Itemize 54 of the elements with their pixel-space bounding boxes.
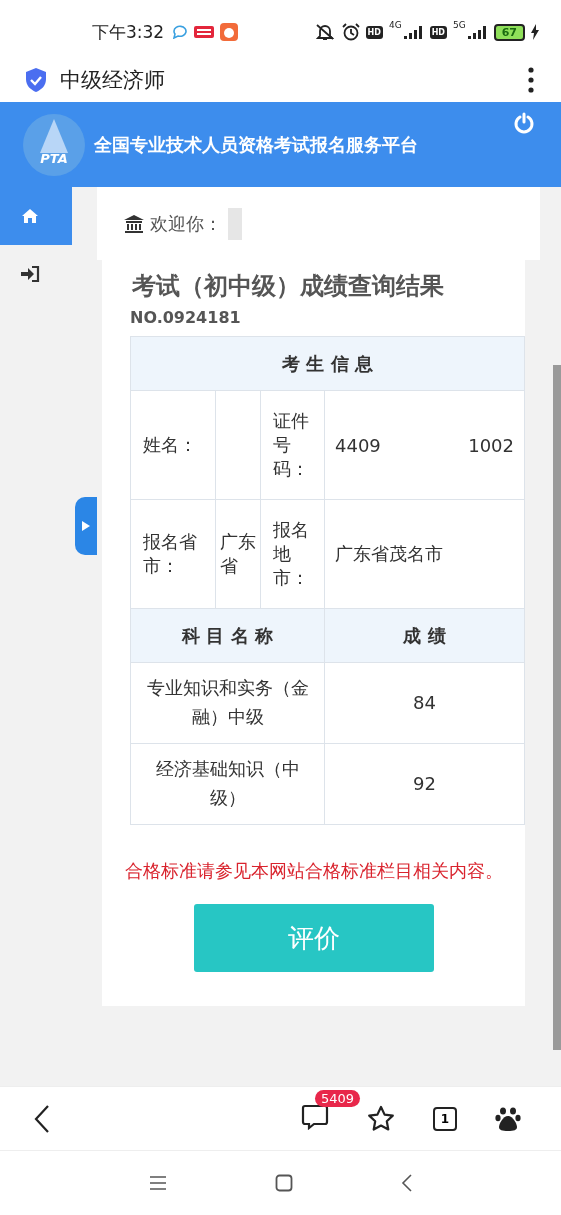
- power-icon[interactable]: [513, 112, 535, 134]
- site-title: 全国专业技术人员资格考试报名服务平台: [94, 132, 418, 157]
- result-number: NO.0924181: [130, 308, 242, 327]
- table-heading: 成 绩: [324, 608, 525, 663]
- star-icon[interactable]: [367, 1104, 395, 1133]
- cell-value: 4409: [335, 434, 381, 456]
- tab-count-button[interactable]: 1: [433, 1106, 457, 1131]
- cell-value: 1002: [468, 434, 514, 456]
- table-cell: 证件号码：: [260, 390, 325, 500]
- table-cell: 专业知识和实务（金融）中级: [130, 662, 325, 744]
- hd-badge: HD: [365, 25, 383, 39]
- table-cell: 广东省: [215, 499, 261, 609]
- network-label: 5G: [453, 20, 466, 30]
- table-cell: 84: [324, 662, 525, 744]
- charging-icon: [531, 24, 539, 40]
- status-time: 下午3:32: [92, 20, 165, 44]
- shield-check-icon: [24, 67, 48, 93]
- signal-icon: [467, 25, 488, 39]
- table-heading: 考 生 信 息: [130, 336, 525, 391]
- side-tab[interactable]: [75, 497, 97, 555]
- comment-icon[interactable]: [301, 1103, 329, 1130]
- hd-badge: HD: [429, 25, 447, 39]
- table-cell: 92: [324, 743, 525, 825]
- table-cell: 姓名：: [130, 390, 216, 500]
- table-heading: 科 目 名 称: [130, 608, 325, 663]
- blurred-name: [228, 207, 242, 240]
- page-title: 中级经济师: [60, 67, 165, 94]
- alarm-icon: [341, 23, 360, 41]
- pta-logo: PTA: [22, 112, 86, 177]
- back-icon[interactable]: [400, 1174, 413, 1192]
- menu-icon[interactable]: [148, 1176, 167, 1190]
- back-icon[interactable]: [32, 1103, 52, 1134]
- cell-value: 广东省茂名市: [335, 542, 443, 566]
- welcome-label: 欢迎你：: [150, 211, 222, 236]
- home-icon: [21, 208, 39, 224]
- bank-icon: [124, 214, 144, 233]
- table-cell: 报名地市：: [260, 499, 325, 609]
- network-label: 4G: [388, 20, 402, 30]
- sign-in-icon: [20, 266, 40, 282]
- paw-icon[interactable]: [495, 1105, 521, 1132]
- result-title: 考试（初中级）成绩查询结果: [132, 271, 445, 302]
- signal-icon: [403, 25, 424, 39]
- play-icon: [82, 521, 90, 531]
- news-app-icon: [194, 26, 215, 38]
- battery-level: 67: [493, 23, 525, 41]
- chat-bubble-icon: [172, 25, 189, 39]
- muted-bell-icon: [313, 23, 336, 41]
- scrollbar[interactable]: [553, 365, 561, 1050]
- table-cell: 报名省市：: [130, 499, 216, 609]
- more-menu-icon[interactable]: [527, 66, 535, 94]
- home-square-icon[interactable]: [274, 1174, 293, 1192]
- comment-count-badge: 5409: [315, 1089, 361, 1107]
- table-cell: 经济基础知识（中级）: [130, 743, 325, 825]
- notice-text: 合格标准请参见本网站合格标准栏目相关内容。: [123, 859, 504, 883]
